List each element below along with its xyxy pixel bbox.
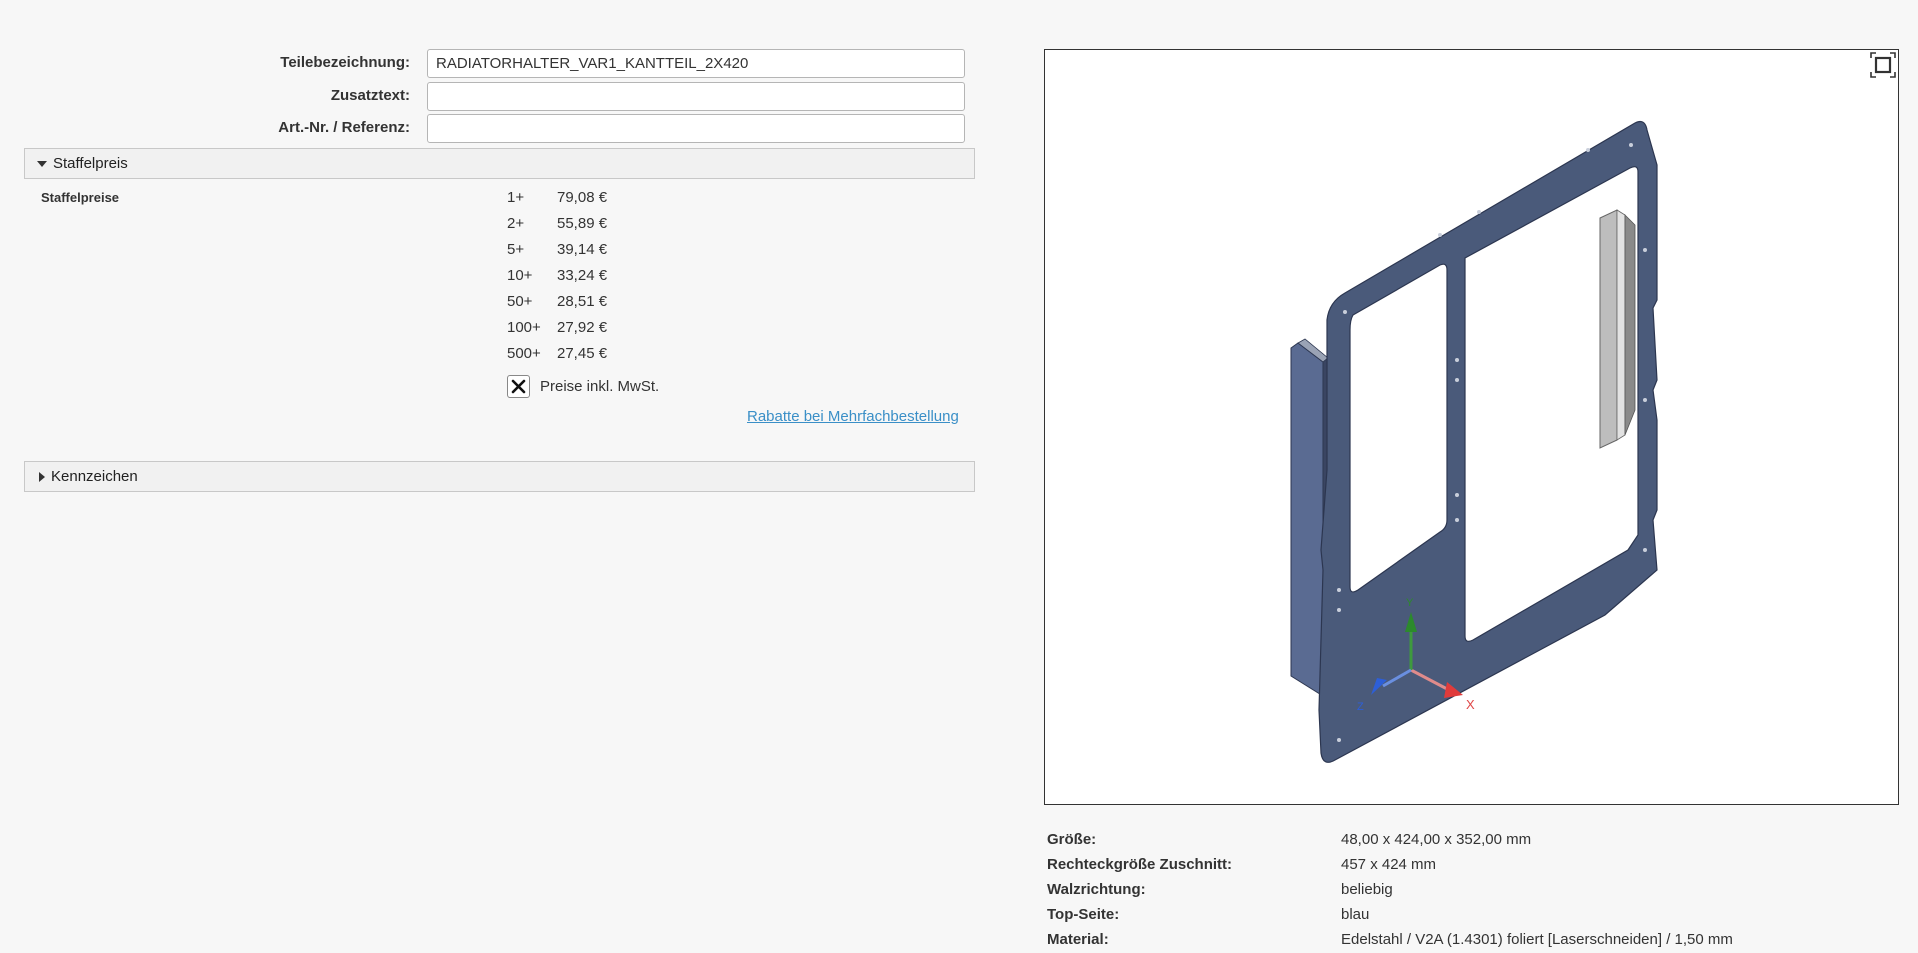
price-amount: 27,92 € [557, 319, 608, 336]
price-row: 50+ 28,51 € [507, 293, 677, 313]
price-qty: 1+ [507, 189, 525, 206]
checkmark-x-icon [511, 379, 526, 394]
art-nr-input[interactable] [427, 114, 965, 143]
vat-checkbox[interactable] [507, 375, 530, 398]
spec-label: Walzrichtung: [1047, 881, 1146, 898]
price-qty: 100+ [507, 319, 541, 336]
axis-z-label: Z [1357, 701, 1364, 713]
spec-row: Größe: 48,00 x 424,00 x 352,00 mm [1047, 827, 1907, 852]
price-qty: 500+ [507, 345, 541, 362]
staffelpreise-title: Staffelpreise [41, 190, 120, 205]
price-row: 2+ 55,89 € [507, 215, 677, 235]
collapse-triangle-icon [37, 160, 47, 167]
spec-row: Rechteckgröße Zuschnitt: 457 x 424 mm [1047, 852, 1907, 877]
spec-value: Edelstahl / V2A (1.4301) foliert [Lasers… [1341, 931, 1733, 948]
price-amount: 28,51 € [557, 293, 608, 310]
part-3d-model: X Y Z [1290, 120, 1658, 763]
axis-y-label: Y [1406, 597, 1414, 609]
part-specs: Größe: 48,00 x 424,00 x 352,00 mm Rechteck… [1047, 827, 1907, 952]
price-row: 500+ 27,45 € [507, 345, 677, 365]
part-name-input[interactable] [427, 49, 965, 78]
vat-checkbox-row[interactable]: Preise inkl. MwSt. [507, 375, 659, 398]
3d-viewer[interactable]: X Y Z [1044, 49, 1899, 805]
price-qty: 5+ [507, 241, 525, 258]
price-qty: 10+ [507, 267, 533, 284]
price-row: 1+ 79,08 € [507, 189, 677, 209]
staffelpreis-section-header[interactable]: Staffelpreis [24, 148, 975, 179]
price-amount: 79,08 € [557, 189, 608, 206]
price-row: 10+ 33,24 € [507, 267, 677, 287]
price-amount: 55,89 € [557, 215, 608, 232]
spec-row: Top-Seite: blau [1047, 902, 1907, 927]
expand-triangle-icon [39, 471, 45, 482]
kennzeichen-header-label: Kennzeichen [51, 468, 138, 485]
price-amount: 27,45 € [557, 345, 608, 362]
spec-value: 457 x 424 mm [1341, 856, 1437, 873]
left-flange [1290, 342, 1324, 697]
price-row: 5+ 39,14 € [507, 241, 677, 261]
price-row: 100+ 27,92 € [507, 319, 677, 339]
staffelpreis-header-label: Staffelpreis [53, 155, 128, 172]
extra-text-label: Zusatztext: [330, 87, 410, 104]
extra-text-input[interactable] [427, 82, 965, 111]
discount-link[interactable]: Rabatte bei Mehrfachbestellung [747, 408, 959, 425]
kennzeichen-section-header[interactable]: Kennzeichen [24, 461, 975, 492]
spec-label: Rechteckgröße Zuschnitt: [1047, 856, 1233, 873]
price-amount: 33,24 € [557, 267, 608, 284]
form-row-art-nr: Art.-Nr. / Referenz: [0, 114, 965, 144]
spec-label: Material: [1047, 931, 1109, 948]
axis-x-label: X [1466, 697, 1475, 712]
art-nr-label: Art.-Nr. / Referenz: [278, 119, 410, 136]
right-bracket [1599, 209, 1618, 449]
price-qty: 2+ [507, 215, 525, 232]
price-amount: 39,14 € [557, 241, 608, 258]
price-qty: 50+ [507, 293, 533, 310]
vat-checkbox-label: Preise inkl. MwSt. [540, 378, 660, 395]
part-name-label: Teilebezeichnung: [280, 54, 410, 71]
spec-value: beliebig [1341, 881, 1393, 898]
spec-value: 48,00 x 424,00 x 352,00 mm [1341, 831, 1532, 848]
form-row-extra-text: Zusatztext: [0, 82, 965, 112]
spec-label: Größe: [1047, 831, 1097, 848]
form-row-part-name: Teilebezeichnung: [0, 49, 965, 79]
spec-row: Material: Edelstahl / V2A (1.4301) folier… [1047, 927, 1907, 952]
spec-value: blau [1341, 906, 1370, 923]
spec-row: Walzrichtung: beliebig [1047, 877, 1907, 902]
spec-label: Top-Seite: [1047, 906, 1120, 923]
